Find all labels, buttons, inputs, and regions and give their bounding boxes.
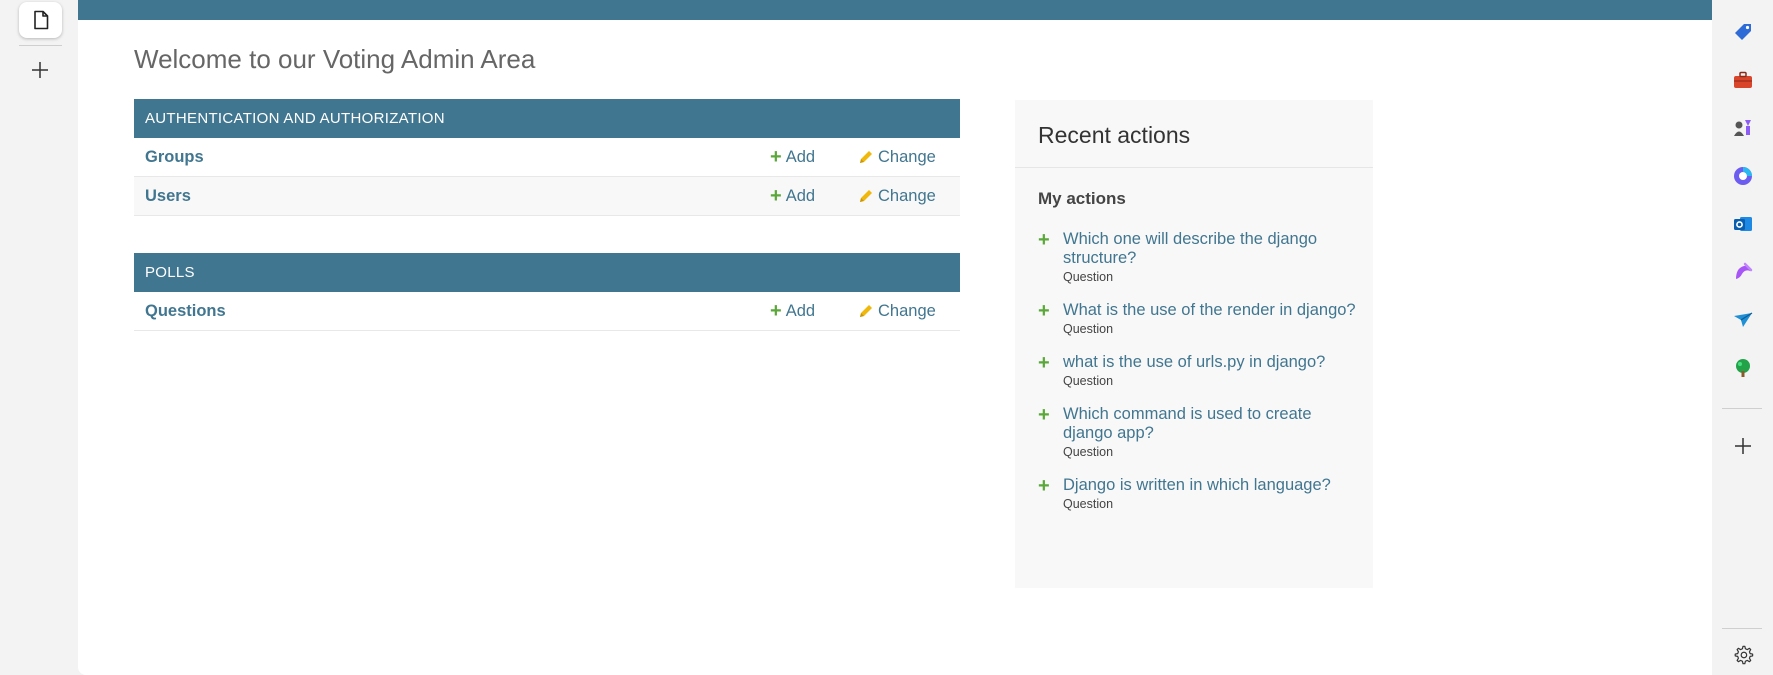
addition-icon: + (1038, 475, 1050, 497)
add-label: Add (785, 186, 816, 205)
add-button[interactable]: + Add (770, 186, 815, 206)
new-tab-button[interactable] (24, 54, 56, 86)
module-auth: AUTHENTICATION AND AUTHORIZATION Groups … (134, 99, 960, 216)
browser-sidebar (1712, 0, 1773, 675)
recent-actions-heading: Recent actions (1038, 122, 1191, 148)
vertical-tab-strip (0, 0, 78, 675)
outlook-icon (1734, 217, 1752, 231)
pencil-icon (860, 151, 872, 163)
tag-button[interactable] (1729, 18, 1757, 46)
add-icon: + (770, 300, 782, 322)
list-item: + Which command is used to create django… (1038, 405, 1358, 459)
change-label: Change (878, 186, 936, 205)
add-icon: + (770, 185, 782, 207)
sidebar-settings-button[interactable] (1729, 641, 1757, 669)
send-icon (1734, 312, 1753, 327)
addition-icon: + (1038, 352, 1050, 374)
page-icon (33, 10, 48, 30)
addition-icon: + (1038, 229, 1050, 251)
plus-icon (32, 62, 48, 78)
list-item: + Which one will describe the django str… (1038, 230, 1358, 284)
action-link[interactable]: Django is written in which language? (1063, 476, 1358, 495)
change-button[interactable]: Change (858, 302, 936, 321)
table-row: Users + Add Change (134, 177, 960, 216)
list-item: + Django is written in which language? Q… (1038, 476, 1358, 511)
list-item: + what is the use of urls.py in django? … (1038, 353, 1358, 388)
my-actions-heading: My actions (1038, 189, 1126, 208)
action-link[interactable]: what is the use of urls.py in django? (1063, 353, 1358, 372)
add-sidebar-app-button[interactable] (1729, 432, 1757, 460)
addition-icon: + (1038, 300, 1050, 322)
add-label: Add (785, 147, 816, 166)
designer-icon (1736, 262, 1753, 279)
table-row: Groups + Add Change (134, 138, 960, 177)
games-button[interactable] (1729, 114, 1757, 142)
action-link[interactable]: What is the use of the render in django? (1063, 301, 1358, 320)
addition-icon: + (1038, 404, 1050, 426)
pencil-icon (860, 190, 872, 202)
sidebar-divider (1722, 628, 1762, 629)
module-polls: POLLS Questions + Add Change (134, 253, 960, 331)
tag-icon (1735, 24, 1751, 40)
module-caption[interactable]: AUTHENTICATION AND AUTHORIZATION (134, 99, 960, 138)
change-button[interactable]: Change (858, 148, 936, 167)
action-type: Question (1063, 322, 1114, 336)
add-icon: + (770, 146, 782, 168)
tab-page[interactable] (19, 2, 62, 38)
pencil-icon (860, 305, 872, 317)
send-button[interactable] (1729, 306, 1757, 334)
change-button[interactable]: Change (858, 187, 936, 206)
action-type: Question (1063, 270, 1114, 284)
tree-button[interactable] (1729, 354, 1757, 382)
divider (1015, 167, 1373, 168)
designer-button[interactable] (1729, 258, 1757, 286)
outlook-button[interactable] (1729, 210, 1757, 238)
action-link[interactable]: Which one will describe the django struc… (1063, 230, 1358, 268)
model-link-questions[interactable]: Questions (145, 302, 226, 321)
action-link[interactable]: Which command is used to create django a… (1063, 405, 1358, 443)
plus-icon (1735, 438, 1751, 454)
add-button[interactable]: + Add (770, 301, 815, 321)
add-label: Add (785, 301, 816, 320)
action-type: Question (1063, 445, 1114, 459)
add-button[interactable]: + Add (770, 147, 815, 167)
admin-header-bar (78, 0, 1712, 20)
gear-icon (1734, 645, 1754, 665)
copilot-button[interactable] (1729, 162, 1757, 190)
briefcase-icon (1734, 71, 1752, 88)
action-type: Question (1063, 497, 1114, 511)
tree-icon (1736, 359, 1750, 377)
tools-button[interactable] (1729, 66, 1757, 94)
recent-actions-list: + Which one will describe the django str… (1038, 230, 1358, 528)
copilot-icon (1734, 167, 1752, 185)
change-label: Change (878, 147, 936, 166)
module-caption[interactable]: POLLS (134, 253, 960, 292)
list-item: + What is the use of the render in djang… (1038, 301, 1358, 336)
tab-divider (19, 45, 62, 46)
action-type: Question (1063, 374, 1114, 388)
page-title: Welcome to our Voting Admin Area (134, 44, 536, 74)
model-link-users[interactable]: Users (145, 187, 191, 206)
model-link-groups[interactable]: Groups (145, 148, 204, 167)
table-row: Questions + Add Change (134, 292, 960, 331)
change-label: Change (878, 301, 936, 320)
admin-page: Welcome to our Voting Admin Area AUTHENT… (78, 0, 1712, 675)
recent-actions-panel: Recent actions My actions + Which one wi… (1015, 100, 1373, 588)
chess-icon (1734, 120, 1751, 136)
sidebar-divider (1722, 408, 1762, 409)
